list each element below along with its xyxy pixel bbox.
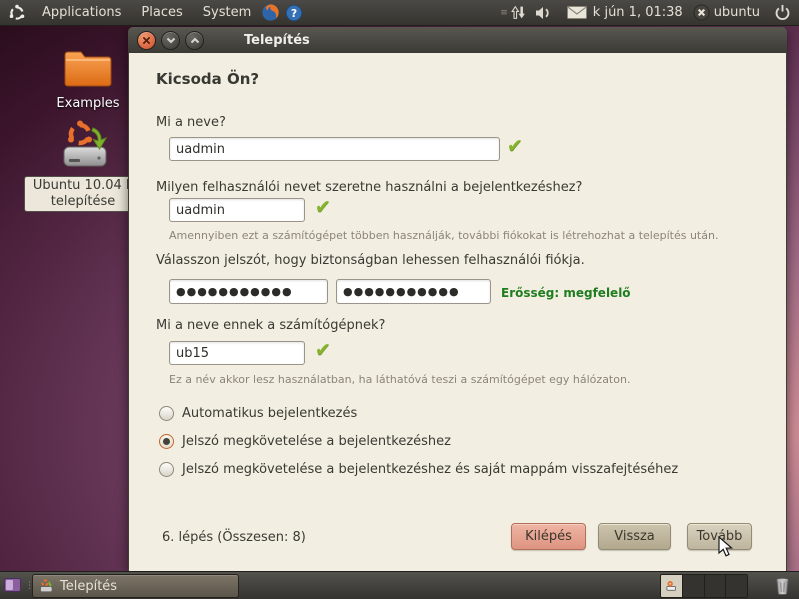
- radio-icon[interactable]: [159, 406, 174, 421]
- radio-label: Jelszó megkövetelése a bejelentkezéshez: [182, 434, 451, 449]
- network-icon[interactable]: [510, 5, 527, 20]
- workspace-switcher: [660, 574, 748, 598]
- radio-icon[interactable]: [159, 462, 174, 477]
- password-confirm-input[interactable]: [336, 279, 491, 304]
- installer-window: Telepítés Kicsoda Ön? Mi a neve? ✔ Milye…: [128, 27, 787, 572]
- name-label: Mi a neve?: [156, 115, 226, 130]
- task-installer-icon: [38, 578, 54, 594]
- minimize-icon[interactable]: [161, 31, 180, 50]
- close-icon[interactable]: [137, 31, 156, 50]
- valid-check-icon-username: ✔: [315, 196, 331, 218]
- help-icon[interactable]: ?: [285, 4, 303, 22]
- installer-drive-icon: [55, 157, 113, 176]
- hostname-label: Mi a neve ennek a számítógépnek?: [156, 318, 385, 333]
- desktop-icon-examples[interactable]: Examples: [56, 46, 120, 111]
- radio-label: Jelszó megkövetelése a bejelentkezéshez …: [182, 462, 678, 477]
- username-label: Milyen felhasználói nevet szeretne haszn…: [156, 180, 582, 195]
- username-help-text: Amennyiben ezt a számítógépet többen has…: [169, 229, 718, 242]
- maximize-icon[interactable]: [185, 31, 204, 50]
- full-name-input[interactable]: [169, 137, 500, 161]
- bottom-taskbar: ⋮ Telepítés: [0, 571, 799, 599]
- notification-grip[interactable]: ≡: [500, 8, 507, 18]
- status-icon[interactable]: [693, 4, 710, 21]
- panel-indicators: ≡ k jún 1, 01:38 ubuntu: [497, 0, 799, 25]
- installer-label-line2: telepítése: [27, 194, 139, 210]
- show-desktop-icon[interactable]: [4, 578, 21, 593]
- page-title: Kicsoda Ön?: [156, 70, 259, 88]
- panel-menus: Applications Places System ?: [0, 0, 303, 25]
- ubuntu-logo-icon[interactable]: [8, 4, 26, 22]
- radio-encrypt-home[interactable]: Jelszó megkövetelése a bejelentkezéshez …: [159, 459, 678, 479]
- password-input[interactable]: [169, 279, 328, 304]
- top-panel: Applications Places System ? ≡: [0, 0, 799, 26]
- workspace-4[interactable]: [726, 575, 747, 597]
- mouse-cursor: [717, 536, 735, 562]
- desktop-icon-installer-label[interactable]: Ubuntu 10.04 L telepítése: [24, 176, 142, 212]
- radio-icon[interactable]: [159, 434, 174, 449]
- valid-check-icon-name: ✔: [507, 135, 523, 157]
- hostname-input[interactable]: [169, 341, 305, 365]
- quit-button[interactable]: Kilépés: [511, 523, 586, 550]
- radio-auto-login[interactable]: Automatikus bejelentkezés: [159, 403, 357, 423]
- installer-label-line1: Ubuntu 10.04 L: [27, 178, 139, 194]
- volume-icon[interactable]: [535, 6, 553, 20]
- valid-check-icon-hostname: ✔: [315, 339, 331, 361]
- window-content: Kicsoda Ön? Mi a neve? ✔ Milyen felhaszn…: [129, 53, 786, 572]
- folder-icon: [62, 75, 114, 94]
- window-titlebar[interactable]: Telepítés: [128, 27, 787, 53]
- menu-places[interactable]: Places: [131, 0, 192, 25]
- svg-text:?: ?: [291, 7, 297, 20]
- mail-icon[interactable]: [567, 6, 587, 19]
- back-button[interactable]: Vissza: [598, 523, 671, 550]
- workspace-3[interactable]: [705, 575, 727, 597]
- window-title: Telepítés: [244, 33, 310, 48]
- workspace-2[interactable]: [683, 575, 705, 597]
- hostname-help-text: Ez a név akkor lesz használatban, ha lát…: [169, 373, 630, 386]
- workspace-1[interactable]: [661, 575, 683, 597]
- step-indicator: 6. lépés (Összesen: 8): [162, 530, 306, 545]
- power-icon[interactable]: [774, 4, 791, 21]
- radio-label: Automatikus bejelentkezés: [182, 406, 357, 421]
- user-menu[interactable]: ubuntu: [714, 5, 760, 20]
- username-input[interactable]: [169, 198, 305, 222]
- radio-require-password[interactable]: Jelszó megkövetelése a bejelentkezéshez: [159, 431, 451, 451]
- menu-system[interactable]: System: [193, 0, 261, 25]
- desktop-icon-label: Examples: [56, 96, 120, 111]
- menu-applications[interactable]: Applications: [32, 0, 131, 25]
- task-button-label: Telepítés: [60, 579, 117, 594]
- password-strength-text: Erősség: megfelelő: [501, 286, 631, 300]
- password-label: Válasszon jelszót, hogy biztonságban leh…: [156, 253, 585, 268]
- desktop-icon-installer[interactable]: [52, 118, 116, 176]
- task-button-telepites[interactable]: Telepítés: [32, 574, 239, 598]
- clock[interactable]: k jún 1, 01:38: [593, 5, 683, 20]
- firefox-icon[interactable]: [261, 3, 280, 22]
- trash-icon[interactable]: [770, 574, 794, 597]
